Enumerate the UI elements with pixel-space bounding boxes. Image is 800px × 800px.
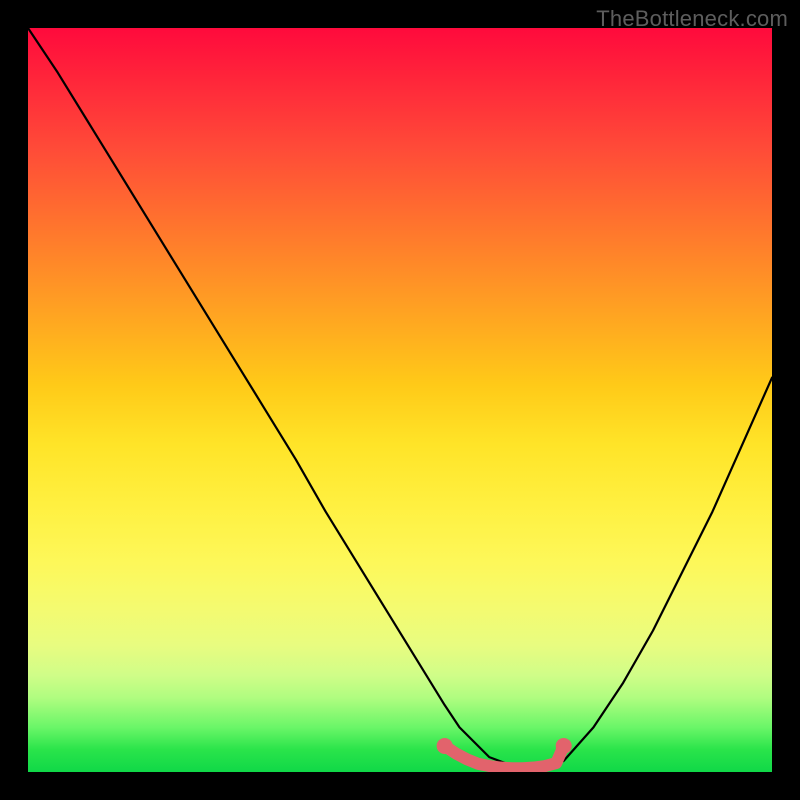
bottleneck-curve-line xyxy=(28,28,772,768)
optimal-zone-band xyxy=(445,746,564,768)
plot-area xyxy=(28,28,772,772)
curve-svg xyxy=(28,28,772,772)
chart-container: TheBottleneck.com xyxy=(0,0,800,800)
optimal-zone-dots xyxy=(437,738,572,768)
optimal-zone-end-dot xyxy=(437,738,453,754)
optimal-zone-end-dot xyxy=(556,738,572,754)
